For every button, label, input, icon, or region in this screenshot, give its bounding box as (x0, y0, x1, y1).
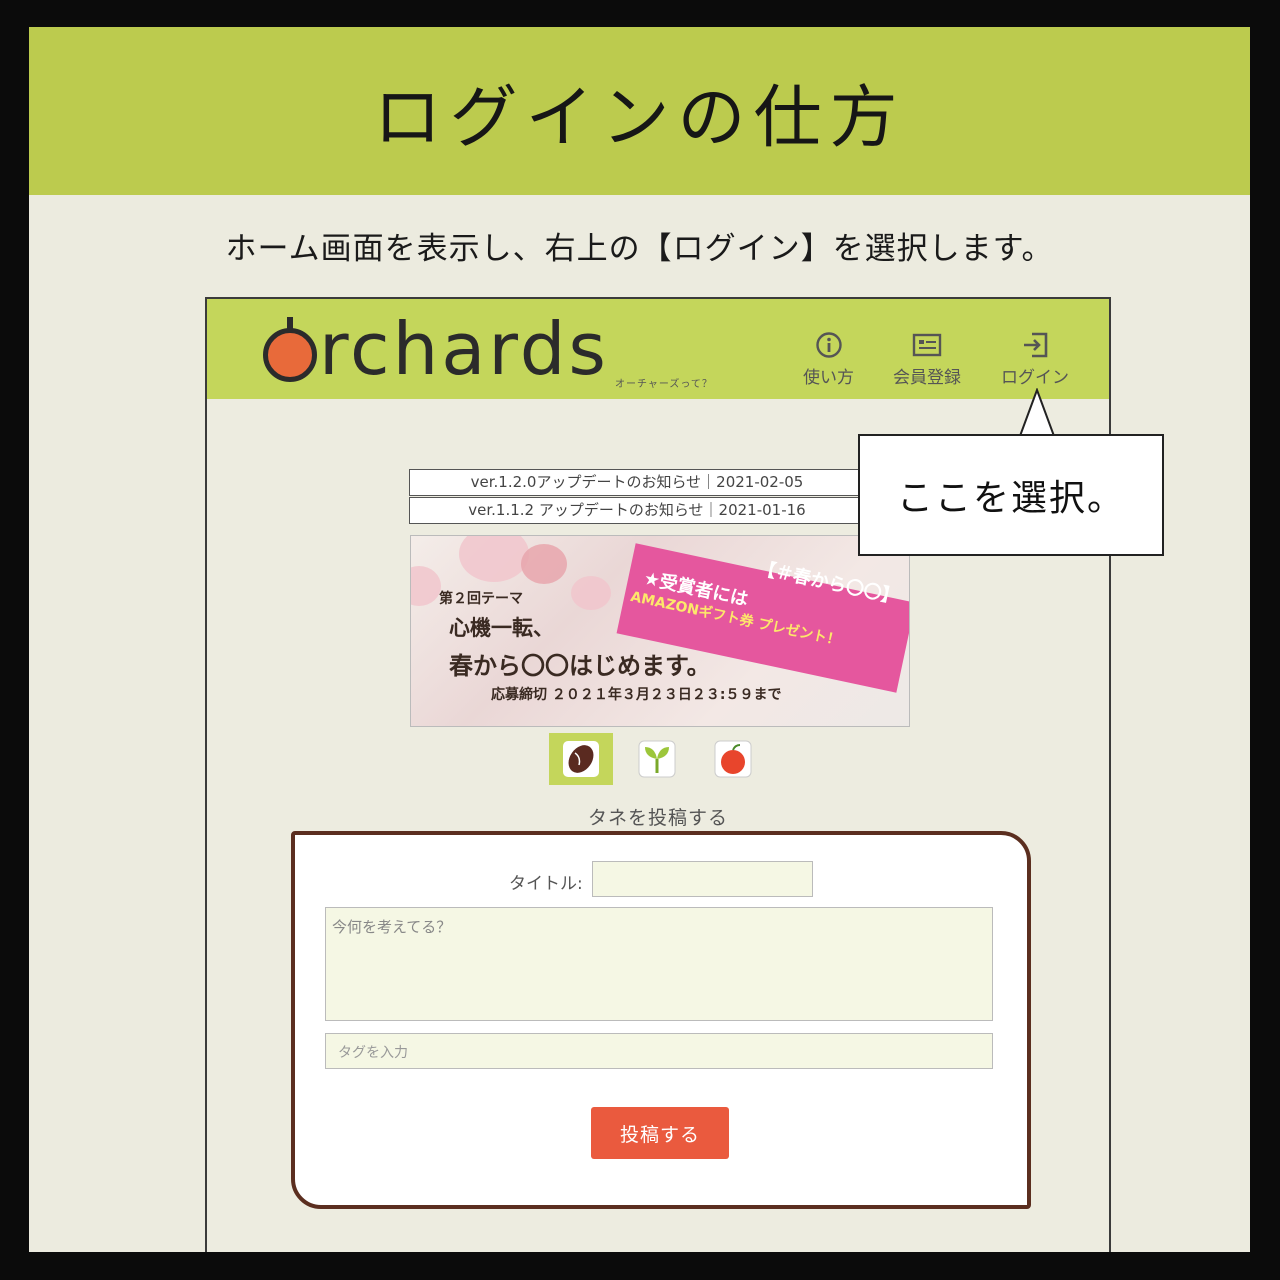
petal-decoration (459, 536, 529, 582)
callout-box: ここを選択。 (858, 434, 1164, 556)
nav-how-to-use[interactable]: 使い方 (803, 331, 854, 388)
submit-button[interactable]: 投稿する (591, 1107, 729, 1159)
info-icon (814, 331, 844, 359)
login-icon (1020, 331, 1050, 359)
callout-pointer (1018, 388, 1058, 438)
nav-label: 使い方 (803, 368, 854, 388)
sprout-icon (638, 740, 676, 778)
app-header: rchards オーチャーズって？ 使い方 会員登録 ログイン (207, 299, 1109, 399)
logo-text: rchards (319, 307, 609, 391)
slide-frame: ログインの仕方 ホーム画面を表示し、右上の【ログイン】を選択します。 rchar… (29, 27, 1250, 1252)
seed-icon (563, 741, 599, 777)
petal-decoration (571, 576, 611, 610)
title-label: タイトル: (509, 874, 583, 894)
nav-label: 会員登録 (893, 368, 961, 388)
banner-line2: 春から〇〇はじめます。 (449, 652, 711, 680)
slide-title: ログインの仕方 (373, 78, 906, 158)
id-card-icon (912, 331, 942, 359)
apple-logo-icon (263, 317, 317, 382)
banner-deadline: 応募締切 ２０２１年３月２３日２３:５９まで (491, 687, 782, 703)
tag-input[interactable]: タグを入力 (325, 1033, 993, 1069)
contest-banner[interactable]: 【＃春から〇〇】 ★受賞者には AMAZONギフト券 プレゼント！ 第２回テーマ… (410, 535, 910, 727)
nav-register[interactable]: 会員登録 (893, 331, 961, 388)
post-seed-label: タネを投稿する (587, 807, 728, 829)
petal-decoration (521, 544, 567, 584)
apple-icon (714, 740, 752, 778)
news-item[interactable]: ver.1.1.2 アップデートのお知らせ｜2021-01-16 (409, 497, 865, 524)
banner-line1: 心機一転、 (449, 616, 554, 640)
title-band: ログインの仕方 (29, 27, 1250, 195)
banner-theme-label: 第２回テーマ (439, 591, 523, 607)
nav-login[interactable]: ログイン (1001, 331, 1069, 388)
post-form: タイトル: 今何を考えてる？ タグを入力 投稿する (291, 831, 1031, 1209)
petal-decoration (411, 566, 441, 606)
nav-label: ログイン (1001, 368, 1069, 388)
instruction-text: ホーム画面を表示し、右上の【ログイン】を選択します。 (225, 231, 1054, 267)
category-seed[interactable] (549, 733, 613, 785)
orchards-logo[interactable]: rchards (263, 307, 609, 391)
news-item[interactable]: ver.1.2.0アップデートのお知らせ｜2021-02-05 (409, 469, 865, 496)
about-link[interactable]: オーチャーズって？ (615, 375, 713, 390)
body-textarea[interactable]: 今何を考えてる？ (325, 907, 993, 1021)
title-input[interactable] (592, 861, 813, 897)
category-sprout[interactable] (625, 733, 689, 785)
category-apple[interactable] (701, 733, 765, 785)
